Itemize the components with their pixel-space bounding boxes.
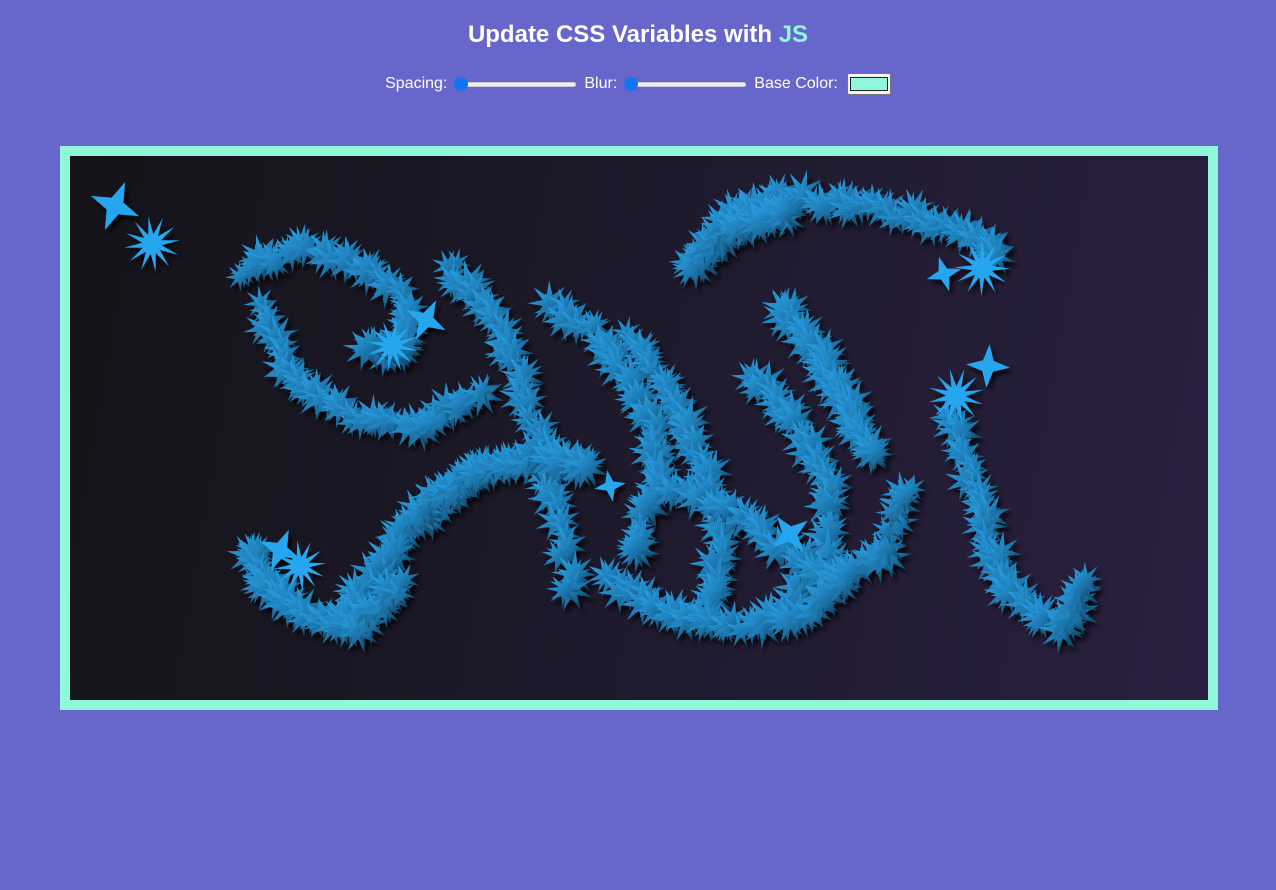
- blur-slider-thumb[interactable]: [624, 77, 639, 91]
- spacing-label: Spacing:: [385, 75, 448, 92]
- spacing-slider-thumb[interactable]: [454, 77, 469, 91]
- controls-bar: Spacing: Blur: Base Color:: [0, 70, 1276, 98]
- base-color-label: Base Color:: [754, 75, 838, 92]
- spiky-tendrils-image: [91, 169, 1104, 654]
- base-color-picker[interactable]: [846, 73, 891, 95]
- blur-slider[interactable]: [624, 76, 748, 92]
- image-frame: [60, 146, 1218, 710]
- spacing-slider-track: [456, 82, 577, 87]
- base-color-swatch: [849, 77, 888, 91]
- blur-slider-track: [626, 82, 747, 87]
- page-title: Update CSS Variables with JS: [0, 20, 1276, 50]
- star-shape: [91, 182, 139, 230]
- star-shape: [594, 470, 626, 502]
- title-text: Update CSS Variables with: [467, 21, 779, 48]
- blur-label: Blur:: [584, 75, 618, 92]
- title-highlight: JS: [778, 21, 809, 48]
- star-shape: [926, 256, 962, 292]
- star-shape: [124, 216, 180, 272]
- spacing-slider[interactable]: [454, 76, 578, 92]
